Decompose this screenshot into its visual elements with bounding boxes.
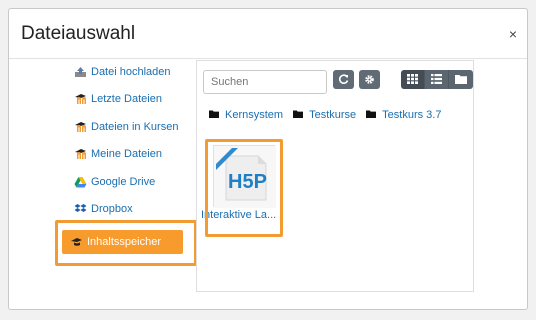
breadcrumb-item[interactable]: Testkurs 3.7 xyxy=(382,109,441,121)
repository-sidebar: Datei hochladen Letzte Dateien Dateien i… xyxy=(48,58,198,254)
google-drive-icon xyxy=(74,176,87,188)
moodle-icon xyxy=(74,148,87,160)
h5p-file-icon[interactable]: H5P xyxy=(213,145,276,208)
sidebar-item-content-bank[interactable]: Inhaltsspeicher xyxy=(62,230,183,254)
gear-icon xyxy=(364,74,375,85)
list-icon xyxy=(431,71,442,89)
tree-view-button[interactable] xyxy=(449,70,473,89)
file-name[interactable]: Interaktive La... xyxy=(201,209,285,221)
sidebar-item-course-files[interactable]: Dateien in Kursen xyxy=(48,113,198,141)
content-bank-icon xyxy=(70,236,83,248)
sidebar-item-upload[interactable]: Datei hochladen xyxy=(48,58,198,86)
upload-icon xyxy=(74,66,87,78)
file-tile[interactable]: H5P Interaktive La... xyxy=(201,139,283,237)
refresh-icon xyxy=(338,74,349,85)
refresh-button[interactable] xyxy=(333,70,354,89)
sidebar-item-google-drive[interactable]: Google Drive xyxy=(48,168,198,196)
list-view-button[interactable] xyxy=(425,70,449,89)
breadcrumb-item[interactable]: Kernsystem xyxy=(225,109,283,121)
dialog-title: Dateiauswahl xyxy=(21,23,136,44)
sidebar-item-label: Datei hochladen xyxy=(91,65,171,78)
folder-icon xyxy=(209,109,219,121)
folder-icon xyxy=(293,109,304,121)
breadcrumb-item[interactable]: Testkurse xyxy=(309,109,356,121)
dropbox-icon xyxy=(74,203,87,215)
view-mode-group xyxy=(401,70,473,89)
sidebar-item-dropbox[interactable]: Dropbox xyxy=(48,196,198,224)
breadcrumb: Kernsystem Testkurse Testkurs 3.7 xyxy=(209,109,451,121)
sidebar-item-label: Google Drive xyxy=(91,175,156,188)
icon-view-button[interactable] xyxy=(401,70,425,89)
grid-icon xyxy=(407,71,418,89)
dialog-header: Dateiauswahl × xyxy=(9,9,527,59)
sidebar-item-label: Inhaltsspeicher xyxy=(87,236,161,248)
sidebar-item-my-files[interactable]: Meine Dateien xyxy=(48,141,198,169)
close-icon[interactable]: × xyxy=(509,27,517,41)
h5p-logo-text: H5P xyxy=(228,171,267,193)
sidebar-item-recent[interactable]: Letzte Dateien xyxy=(48,86,198,114)
folder-icon xyxy=(455,71,467,89)
settings-button[interactable] xyxy=(359,70,380,89)
sidebar-item-label: Dateien in Kursen xyxy=(91,120,179,133)
moodle-icon xyxy=(74,93,87,105)
sidebar-item-label: Meine Dateien xyxy=(91,148,162,161)
folder-icon xyxy=(366,109,377,121)
file-pane: Kernsystem Testkurse Testkurs 3.7 H5P In… xyxy=(196,60,474,292)
sidebar-item-label: Dropbox xyxy=(91,203,133,216)
sidebar-item-label: Letzte Dateien xyxy=(91,93,162,106)
moodle-icon xyxy=(74,121,87,133)
search-input[interactable] xyxy=(203,70,327,94)
